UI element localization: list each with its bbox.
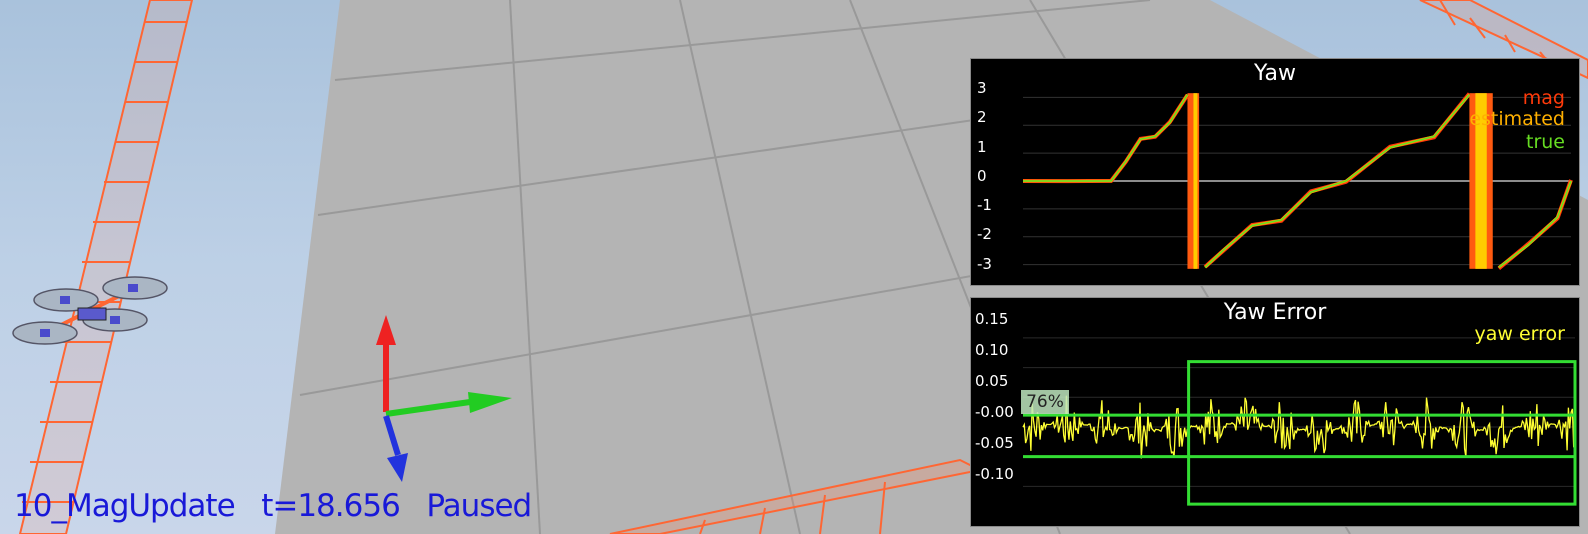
legend-mag: mag [1522, 87, 1565, 109]
yaw-plot-panel[interactable]: Yaw 3 2 1 0 -1 -2 -3 mag estimated true [970, 58, 1580, 286]
percent-badge: 76% [1021, 390, 1069, 414]
yaw-wrap-band [1193, 93, 1198, 269]
yaw-plot-area [1022, 92, 1573, 270]
legend-estimated: estimated [1469, 108, 1565, 130]
rail-left-ladder [18, 0, 194, 534]
sim-status: Paused [426, 488, 532, 524]
err-threshold-box [1187, 360, 1577, 506]
yaw-error-plot-panel[interactable]: Yaw Error 0.15 0.10 0.05 -0.00 -0.05 -0.… [970, 297, 1580, 527]
status-bar: 10_MagUpdate t=18.656 Paused [14, 488, 532, 524]
sim-time: t=18.656 [261, 488, 401, 524]
legend-yaw-error: yaw error [1474, 323, 1565, 345]
scenario-name: 10_MagUpdate [14, 488, 236, 524]
legend-true: true [1526, 131, 1565, 153]
